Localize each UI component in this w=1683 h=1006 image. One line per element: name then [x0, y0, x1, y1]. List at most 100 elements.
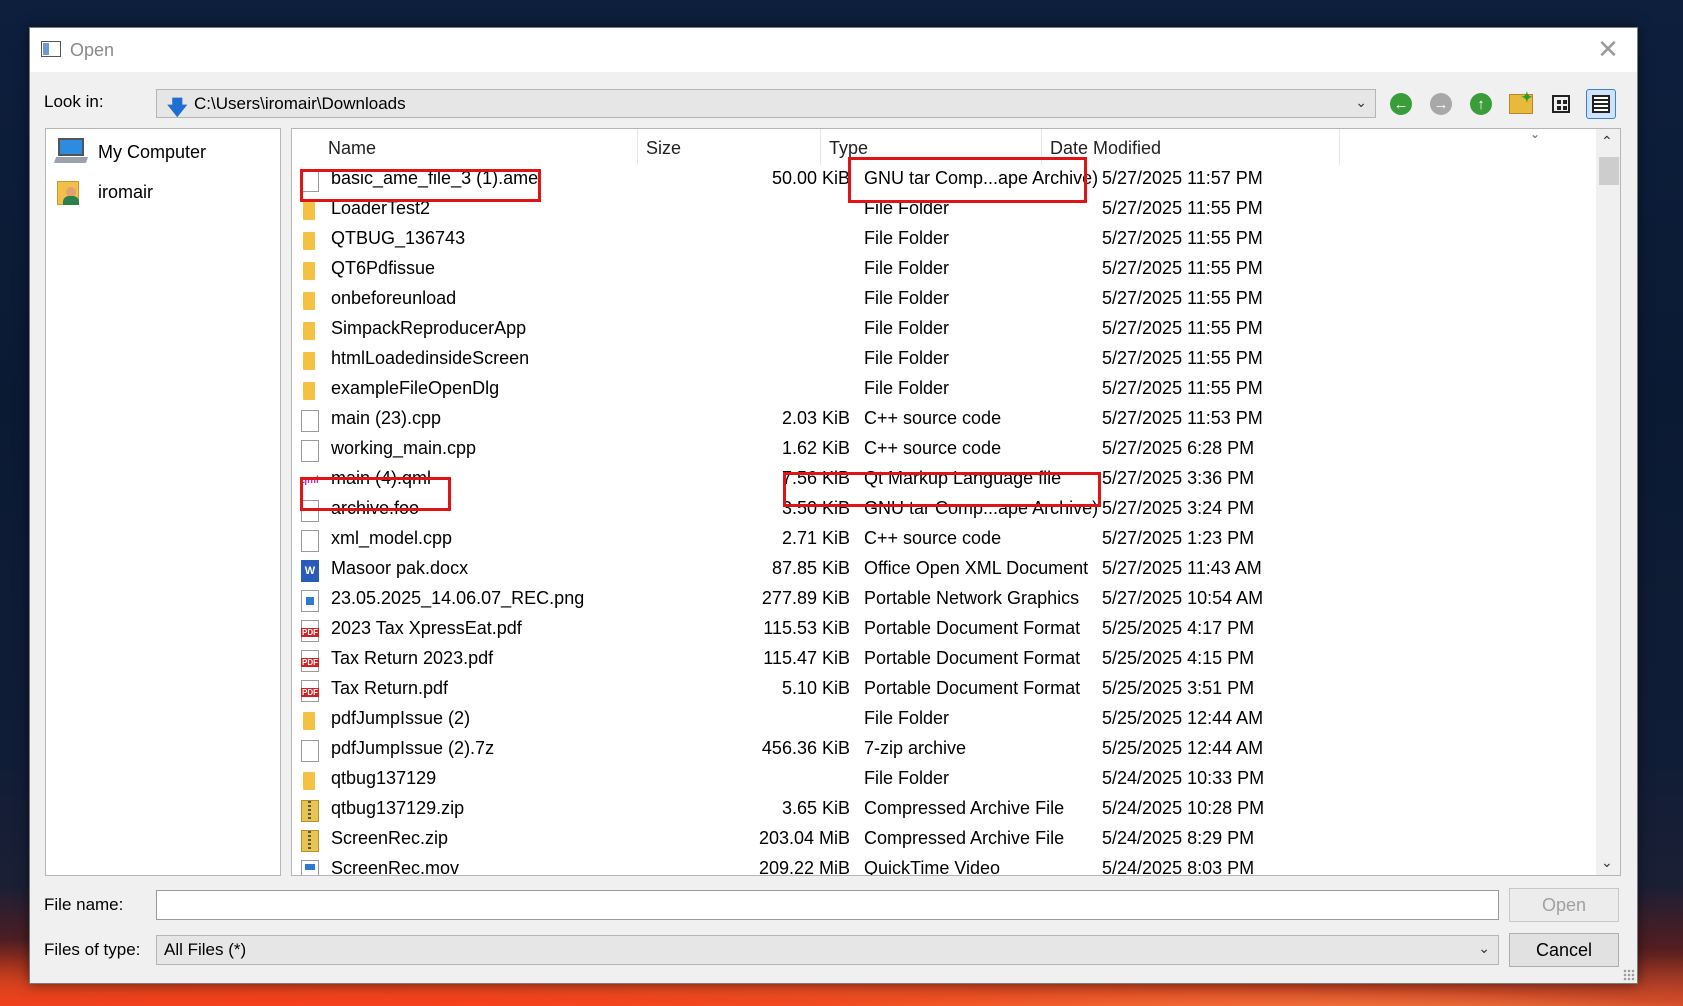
- file-date-cell: 5/27/2025 3:36 PM: [1102, 468, 1255, 488]
- file-name-cell: archive.foo: [331, 498, 420, 518]
- file-size-cell: 115.47 KiB: [763, 648, 850, 668]
- vertical-scrollbar[interactable]: ⌃ ⌄: [1596, 129, 1620, 875]
- file-row[interactable]: qml main (4).qml 7.56 KiB Qt Markup Languag…: [292, 465, 1582, 495]
- sidebar-item-my-computer[interactable]: My Computer: [53, 135, 207, 169]
- file-row[interactable]: archive.foo 3.50 KiB GNU tar Comp...ape Ar…: [292, 495, 1582, 525]
- file-size-cell: 203.04 MiB: [758, 828, 850, 848]
- file-name-cell: exampleFileOpenDlg: [331, 378, 500, 398]
- file-name-cell: onbeforeunload: [331, 288, 457, 308]
- back-button[interactable]: ←: [1386, 89, 1416, 119]
- file-type-cell: Office Open XML Document: [864, 558, 1089, 578]
- file-type-cell: C++ source code: [864, 438, 1002, 458]
- chevron-down-icon[interactable]: ⌄: [1478, 940, 1490, 957]
- sidebar-item-iromair[interactable]: iromair: [54, 175, 153, 209]
- file-type-cell: Qt Markup Language file: [864, 468, 1062, 488]
- file-row[interactable]: QTBUG_136743 File Folder 5/27/2025 11:55 P…: [292, 225, 1582, 255]
- parent-directory-button[interactable]: ↑: [1466, 89, 1496, 119]
- files-of-type-combobox[interactable]: All Files (*) ⌄: [156, 935, 1499, 965]
- file-name-cell: main (23).cpp: [331, 408, 442, 428]
- file-name-cell: qtbug137129.zip: [331, 798, 465, 818]
- column-header-size[interactable]: Size: [638, 129, 821, 165]
- file-type-cell: File Folder: [864, 198, 950, 218]
- folder-icon: [303, 202, 315, 220]
- file-name-cell: pdfJumpIssue (2): [331, 708, 471, 728]
- file-type-cell: Compressed Archive File: [864, 798, 1065, 818]
- file-row[interactable]: 23.05.2025_14.06.07_REC.png 277.89 KiB Por…: [292, 585, 1582, 615]
- file-type-cell: File Folder: [864, 348, 950, 368]
- file-row[interactable]: qtbug137129.zip 3.65 KiB Compressed Archiv…: [292, 795, 1582, 825]
- look-in-combobox[interactable]: 🡇 C:\Users\iromair\Downloads ⌄: [156, 89, 1376, 119]
- detail-view-button[interactable]: [1586, 89, 1616, 119]
- file-name-cell: main (4).qml: [331, 468, 432, 488]
- file-icon: [301, 410, 319, 432]
- file-size-cell: 1.62 KiB: [781, 438, 850, 458]
- file-row[interactable]: basic_ame_file_3 (1).ame 50.00 KiB GNU tar…: [292, 165, 1582, 195]
- file-size-cell: 3.50 KiB: [781, 498, 850, 518]
- file-name-cell: pdfJumpIssue (2).7z: [331, 738, 495, 758]
- file-row[interactable]: LoaderTest2 File Folder 5/27/2025 11:55 PM: [292, 195, 1582, 225]
- file-row[interactable]: qtbug137129 File Folder 5/24/2025 10:33 PM: [292, 765, 1582, 795]
- file-list-header: Name Size Type Date Modified ⌄: [292, 129, 1620, 165]
- list-view-button[interactable]: [1546, 89, 1576, 119]
- file-date-cell: 5/27/2025 11:53 PM: [1102, 408, 1263, 428]
- folder-icon: [303, 292, 315, 310]
- file-type-cell: Portable Document Format: [864, 618, 1081, 638]
- file-row[interactable]: pdfJumpIssue (2) File Folder 5/25/2025 12:…: [292, 705, 1582, 735]
- file-type-cell: C++ source code: [864, 408, 1002, 428]
- file-date-cell: 5/27/2025 11:43 AM: [1102, 558, 1262, 578]
- file-type-cell: File Folder: [864, 258, 950, 278]
- sidebar-item-label: My Computer: [98, 141, 207, 162]
- file-row[interactable]: pdfJumpIssue (2).7z 456.36 KiB 7-zip archi…: [292, 735, 1582, 765]
- file-size-cell: 87.85 KiB: [771, 558, 850, 578]
- file-date-cell: 5/25/2025 3:51 PM: [1102, 678, 1255, 698]
- computer-icon: [53, 137, 89, 167]
- scroll-up-icon[interactable]: ⌃: [1601, 133, 1613, 150]
- resize-grip-icon[interactable]: [1623, 969, 1635, 981]
- file-list[interactable]: Name Size Type Date Modified ⌄ basic_ame…: [291, 128, 1621, 876]
- back-arrow-icon: ←: [1390, 93, 1412, 115]
- file-date-cell: 5/24/2025 8:03 PM: [1102, 858, 1255, 876]
- file-date-cell: 5/25/2025 12:44 AM: [1102, 708, 1264, 728]
- file-date-cell: 5/27/2025 11:55 PM: [1102, 258, 1263, 278]
- file-row[interactable]: xml_model.cpp 2.71 KiB C++ source code 5/27…: [292, 525, 1582, 555]
- close-icon[interactable]: ✕: [1593, 34, 1623, 64]
- file-row[interactable]: Tax Return.pdf 5.10 KiB Portable Document …: [292, 675, 1582, 705]
- file-size-cell: 456.36 KiB: [761, 738, 850, 758]
- column-header-date[interactable]: Date Modified: [1042, 129, 1340, 165]
- file-date-cell: 5/27/2025 11:55 PM: [1102, 318, 1263, 338]
- cancel-button[interactable]: Cancel: [1509, 933, 1619, 967]
- open-button[interactable]: Open: [1509, 888, 1619, 922]
- png-icon: [301, 590, 319, 612]
- new-folder-button[interactable]: ✦: [1506, 89, 1536, 119]
- column-header-name[interactable]: Name: [318, 129, 638, 165]
- forward-button[interactable]: →: [1426, 89, 1456, 119]
- file-row[interactable]: main (23).cpp 2.03 KiB C++ source code 5/27…: [292, 405, 1582, 435]
- file-row[interactable]: QT6Pdfissue File Folder 5/27/2025 11:55 PM: [292, 255, 1582, 285]
- file-icon: [301, 170, 319, 192]
- scroll-down-icon[interactable]: ⌄: [1601, 854, 1613, 871]
- file-row[interactable]: ScreenRec.mov 209.22 MiB QuickTime Video 5/…: [292, 855, 1582, 876]
- file-rows: basic_ame_file_3 (1).ame 50.00 KiB GNU tar…: [292, 165, 1582, 876]
- file-row[interactable]: 2023 Tax XpressEat.pdf 115.53 KiB Portable…: [292, 615, 1582, 645]
- file-row[interactable]: W Masoor pak.docx 87.85 KiB Office Open XML…: [292, 555, 1582, 585]
- chevron-down-icon[interactable]: ⌄: [1355, 94, 1367, 111]
- file-type-cell: QuickTime Video: [864, 858, 1001, 876]
- file-row[interactable]: onbeforeunload File Folder 5/27/2025 11:55…: [292, 285, 1582, 315]
- file-row[interactable]: ScreenRec.zip 203.04 MiB Compressed Archiv…: [292, 825, 1582, 855]
- file-type-cell: GNU tar Comp...ape Archive): [864, 498, 1099, 518]
- file-size-cell: 3.65 KiB: [781, 798, 850, 818]
- file-size-cell: 7.56 KiB: [781, 468, 850, 488]
- file-row[interactable]: SimpackReproducerApp File Folder 5/27/2025…: [292, 315, 1582, 345]
- file-name-cell: Masoor pak.docx: [331, 558, 469, 578]
- file-row[interactable]: exampleFileOpenDlg File Folder 5/27/2025 1…: [292, 375, 1582, 405]
- file-type-cell: Compressed Archive File: [864, 828, 1065, 848]
- column-header-type[interactable]: Type: [821, 129, 1042, 165]
- file-name-cell: Tax Return.pdf: [331, 678, 449, 698]
- scrollbar-thumb[interactable]: [1599, 157, 1619, 185]
- file-name-input[interactable]: [156, 890, 1499, 920]
- file-date-cell: 5/27/2025 1:23 PM: [1102, 528, 1255, 548]
- file-row[interactable]: htmlLoadedinsideScreen File Folder 5/27/20…: [292, 345, 1582, 375]
- file-row[interactable]: working_main.cpp 1.62 KiB C++ source code 5…: [292, 435, 1582, 465]
- file-date-cell: 5/27/2025 11:55 PM: [1102, 228, 1263, 248]
- file-row[interactable]: Tax Return 2023.pdf 115.47 KiB Portable Do…: [292, 645, 1582, 675]
